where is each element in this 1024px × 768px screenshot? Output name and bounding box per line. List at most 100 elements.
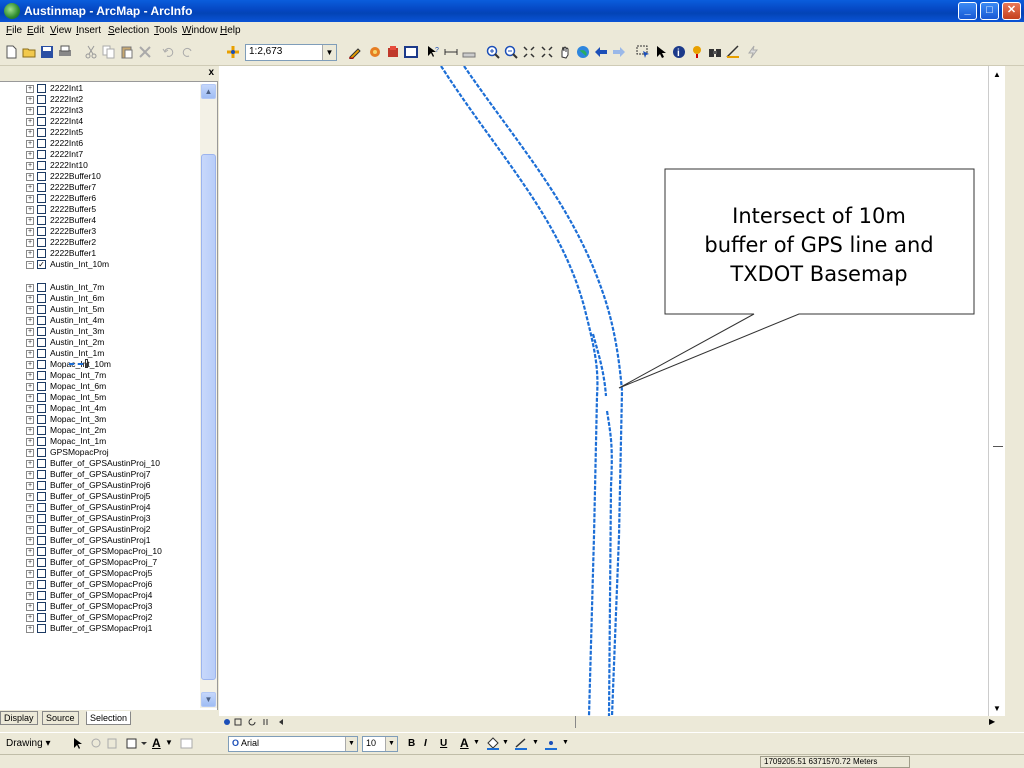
layer-visibility-checkbox[interactable]	[37, 426, 46, 435]
layer-visibility-checkbox[interactable]	[37, 183, 46, 192]
expand-icon[interactable]: +	[26, 129, 34, 137]
expand-icon[interactable]: +	[26, 471, 34, 479]
undo-icon[interactable]	[162, 45, 176, 59]
marker-color-icon[interactable]	[544, 737, 558, 750]
layer-visibility-checkbox[interactable]	[37, 283, 46, 292]
new-icon[interactable]	[4, 45, 18, 59]
layer-visibility-checkbox[interactable]	[37, 481, 46, 490]
layer-visibility-checkbox[interactable]	[37, 95, 46, 104]
print-icon[interactable]	[58, 45, 72, 59]
tab-selection[interactable]: Selection	[86, 711, 132, 725]
layer-visibility-checkbox[interactable]	[37, 558, 46, 567]
expand-icon[interactable]: +	[26, 217, 34, 225]
chevron-down-icon[interactable]: ▼	[562, 739, 569, 746]
measure-tool-icon[interactable]	[726, 45, 740, 59]
scroll-up-icon[interactable]: ▲	[993, 70, 1001, 79]
layer-visibility-checkbox[interactable]	[37, 591, 46, 600]
expand-icon[interactable]: +	[26, 460, 34, 468]
expand-icon[interactable]: +	[26, 184, 34, 192]
fixed-zoom-in-icon[interactable]	[522, 45, 536, 59]
expand-icon[interactable]: +	[26, 526, 34, 534]
layer-visibility-checkbox[interactable]	[37, 503, 46, 512]
select-features-icon[interactable]	[636, 45, 650, 59]
layer-visibility-checkbox[interactable]	[37, 161, 46, 170]
zoom-in-icon[interactable]	[486, 45, 500, 59]
expand-icon[interactable]: +	[26, 438, 34, 446]
expand-icon[interactable]: +	[26, 339, 34, 347]
expand-icon[interactable]: +	[26, 548, 34, 556]
layer-visibility-checkbox[interactable]	[37, 624, 46, 633]
layer-visibility-checkbox[interactable]	[37, 569, 46, 578]
arc-catalog-icon[interactable]	[386, 45, 400, 59]
layer-visibility-checkbox[interactable]	[37, 525, 46, 534]
expand-icon[interactable]: +	[26, 416, 34, 424]
expand-icon[interactable]: +	[26, 405, 34, 413]
identify-icon[interactable]: i	[672, 45, 686, 59]
expand-icon[interactable]: +	[26, 515, 34, 523]
expand-icon[interactable]: +	[26, 284, 34, 292]
expand-icon[interactable]: +	[26, 195, 34, 203]
minimize-button[interactable]: _	[958, 2, 977, 20]
expand-icon[interactable]: +	[26, 239, 34, 247]
layer-visibility-checkbox[interactable]	[37, 437, 46, 446]
cut-icon[interactable]	[84, 45, 98, 59]
layer-visibility-checkbox[interactable]	[37, 172, 46, 181]
layer-visibility-checkbox[interactable]	[37, 602, 46, 611]
save-icon[interactable]	[40, 45, 54, 59]
underline-button[interactable]: U	[440, 738, 447, 749]
layer-visibility-checkbox[interactable]	[37, 316, 46, 325]
layer-visibility-checkbox[interactable]	[37, 227, 46, 236]
lightning-icon[interactable]	[746, 45, 760, 59]
expand-icon[interactable]: +	[26, 625, 34, 633]
select-elements-icon[interactable]	[654, 45, 668, 59]
menu-insert[interactable]: Insert	[76, 25, 101, 36]
layer-visibility-checkbox[interactable]	[37, 117, 46, 126]
full-extent-icon[interactable]	[576, 45, 590, 59]
menu-edit[interactable]: Edit	[27, 25, 44, 36]
find-icon[interactable]	[708, 45, 722, 59]
open-icon[interactable]	[22, 45, 36, 59]
map-view[interactable]: Intersect of 10m buffer of GPS line and …	[219, 65, 988, 717]
window-icon[interactable]	[404, 45, 418, 59]
expand-icon[interactable]: +	[26, 96, 34, 104]
layer-visibility-checkbox[interactable]	[37, 470, 46, 479]
chevron-down-icon[interactable]: ▼	[473, 739, 480, 746]
layer-visibility-checkbox[interactable]	[37, 349, 46, 358]
expand-icon[interactable]: +	[26, 173, 34, 181]
chevron-down-icon[interactable]: ▼	[385, 737, 397, 751]
layer-visibility-checkbox[interactable]	[37, 106, 46, 115]
map-horizontal-scrollbar[interactable]: ▶	[219, 716, 1005, 728]
tab-display[interactable]: Display	[0, 711, 38, 725]
expand-icon[interactable]: +	[26, 151, 34, 159]
rectangle-tool-icon[interactable]	[126, 737, 150, 750]
bold-button[interactable]: B	[408, 738, 415, 749]
editor-icon[interactable]	[348, 45, 362, 59]
zoom-whole-page-icon[interactable]	[106, 737, 118, 750]
expand-icon[interactable]: +	[26, 592, 34, 600]
layer-visibility-checkbox[interactable]	[37, 448, 46, 457]
menu-help[interactable]: Help	[220, 25, 241, 36]
layer-visibility-checkbox[interactable]	[37, 305, 46, 314]
expand-icon[interactable]: +	[26, 361, 34, 369]
expand-icon[interactable]: +	[26, 162, 34, 170]
layer-visibility-checkbox[interactable]: ✓	[37, 260, 46, 269]
layer-visibility-checkbox[interactable]	[37, 216, 46, 225]
collapse-icon[interactable]: −	[26, 261, 34, 269]
expand-icon[interactable]: +	[26, 559, 34, 567]
layer-visibility-checkbox[interactable]	[37, 194, 46, 203]
layer-visibility-checkbox[interactable]	[37, 249, 46, 258]
pan-icon[interactable]	[558, 45, 572, 59]
status-icon[interactable]	[462, 45, 476, 59]
expand-icon[interactable]: +	[26, 482, 34, 490]
toc-close-button[interactable]: x	[208, 67, 214, 78]
rotate-icon[interactable]	[90, 737, 102, 750]
expand-icon[interactable]: +	[26, 328, 34, 336]
text-tool-icon[interactable]: A	[152, 736, 161, 750]
layer-visibility-checkbox[interactable]	[37, 205, 46, 214]
hyperlink-icon[interactable]	[690, 45, 704, 59]
expand-icon[interactable]: +	[26, 427, 34, 435]
back-arrow-icon[interactable]	[594, 45, 608, 59]
layer-visibility-checkbox[interactable]	[37, 360, 46, 369]
expand-icon[interactable]: +	[26, 493, 34, 501]
new-text-icon[interactable]	[180, 737, 194, 750]
